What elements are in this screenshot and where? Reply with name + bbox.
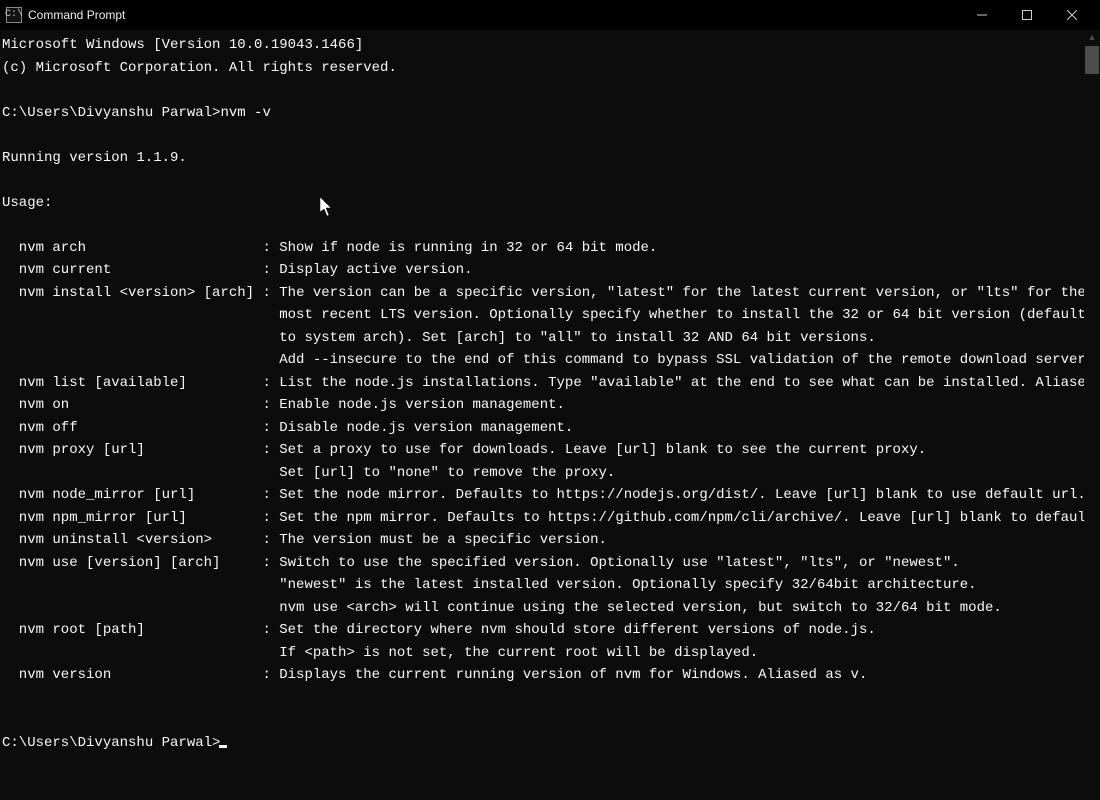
window-title: Command Prompt <box>28 8 125 22</box>
copyright-line: (c) Microsoft Corporation. All rights re… <box>2 57 1082 80</box>
help-row-node-mirror: nvm node_mirror [url] : Set the node mir… <box>2 484 1082 507</box>
terminal[interactable]: Microsoft Windows [Version 10.0.19043.14… <box>0 30 1084 800</box>
help-row-use: nvm use [version] [arch] : Switch to use… <box>2 552 1082 575</box>
help-row-uninstall: nvm uninstall <version> : The version mu… <box>2 529 1082 552</box>
help-row-install: nvm install <version> [arch] : The versi… <box>2 282 1082 305</box>
blank-line <box>2 79 1082 102</box>
help-row-on: nvm on : Enable node.js version manageme… <box>2 394 1082 417</box>
help-row-current: nvm current : Display active version. <box>2 259 1082 282</box>
prompt-path: C:\Users\Divyanshu Parwal> <box>2 105 220 121</box>
close-button[interactable] <box>1049 0 1094 30</box>
help-row-use-cont: "newest" is the latest installed version… <box>2 574 1082 597</box>
help-row-use-cont: nvm use <arch> will continue using the s… <box>2 597 1082 620</box>
running-version-line: Running version 1.1.9. <box>2 147 1082 170</box>
prompt-command: nvm -v <box>220 105 270 121</box>
blank-line <box>2 687 1082 710</box>
help-row-root: nvm root [path] : Set the directory wher… <box>2 619 1082 642</box>
help-row-off: nvm off : Disable node.js version manage… <box>2 417 1082 440</box>
blank-line <box>2 709 1082 732</box>
prompt-path: C:\Users\Divyanshu Parwal> <box>2 735 220 751</box>
help-row-list: nvm list [available] : List the node.js … <box>2 372 1082 395</box>
text-cursor <box>219 745 227 748</box>
scroll-up-icon[interactable]: ▴ <box>1084 30 1100 46</box>
titlebar[interactable]: C:\ Command Prompt <box>0 0 1100 30</box>
help-row-install-cont: most recent LTS version. Optionally spec… <box>2 304 1082 327</box>
help-row-version: nvm version : Displays the current runni… <box>2 664 1082 687</box>
help-row-arch: nvm arch : Show if node is running in 32… <box>2 237 1082 260</box>
help-row-npm-mirror: nvm npm_mirror [url] : Set the npm mirro… <box>2 507 1082 530</box>
scrollbar[interactable]: ▴ <box>1084 30 1100 800</box>
help-row-proxy: nvm proxy [url] : Set a proxy to use for… <box>2 439 1082 462</box>
blank-line <box>2 169 1082 192</box>
blank-line <box>2 214 1082 237</box>
blank-line <box>2 124 1082 147</box>
cmd-icon: C:\ <box>6 7 22 23</box>
usage-label: Usage: <box>2 192 1082 215</box>
help-row-install-cont: Add --insecure to the end of this comman… <box>2 349 1082 372</box>
help-row-root-cont: If <path> is not set, the current root w… <box>2 642 1082 665</box>
help-row-proxy-cont: Set [url] to "none" to remove the proxy. <box>2 462 1082 485</box>
help-row-install-cont: to system arch). Set [arch] to "all" to … <box>2 327 1082 350</box>
terminal-viewport: Microsoft Windows [Version 10.0.19043.14… <box>0 30 1100 800</box>
maximize-button[interactable] <box>1004 0 1049 30</box>
prompt-line[interactable]: C:\Users\Divyanshu Parwal> <box>2 732 1082 755</box>
scrollbar-thumb[interactable] <box>1085 46 1099 74</box>
prompt-line: C:\Users\Divyanshu Parwal>nvm -v <box>2 102 1082 125</box>
minimize-button[interactable] <box>959 0 1004 30</box>
os-version-line: Microsoft Windows [Version 10.0.19043.14… <box>2 34 1082 57</box>
